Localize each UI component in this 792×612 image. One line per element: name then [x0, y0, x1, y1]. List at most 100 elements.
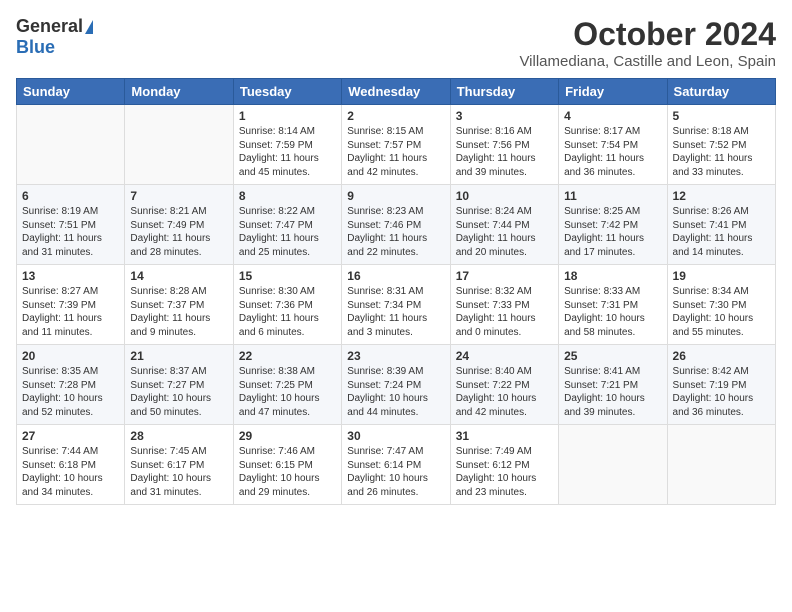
day-number: 13 [22, 269, 119, 283]
weekday-header-friday: Friday [559, 79, 667, 105]
day-number: 4 [564, 109, 661, 123]
calendar-cell [17, 105, 125, 185]
calendar-cell: 26Sunrise: 8:42 AM Sunset: 7:19 PM Dayli… [667, 345, 775, 425]
calendar-week-row: 13Sunrise: 8:27 AM Sunset: 7:39 PM Dayli… [17, 265, 776, 345]
cell-content: Sunrise: 8:15 AM Sunset: 7:57 PM Dayligh… [347, 125, 444, 179]
cell-content: Sunrise: 8:14 AM Sunset: 7:59 PM Dayligh… [239, 125, 336, 179]
cell-content: Sunrise: 8:19 AM Sunset: 7:51 PM Dayligh… [22, 205, 119, 259]
calendar-cell: 6 Sunrise: 8:19 AM Sunset: 7:51 PM Daylig… [17, 185, 125, 265]
day-number: 24 [456, 349, 553, 363]
day-number: 8 [239, 189, 336, 203]
cell-content: Sunrise: 8:32 AM Sunset: 7:33 PM Dayligh… [456, 285, 553, 339]
cell-content: Sunrise: 8:34 AM Sunset: 7:30 PM Dayligh… [673, 285, 770, 339]
day-number: 18 [564, 269, 661, 283]
calendar-cell: 22Sunrise: 8:38 AM Sunset: 7:25 PM Dayli… [233, 345, 341, 425]
calendar-cell: 13Sunrise: 8:27 AM Sunset: 7:39 PM Dayli… [17, 265, 125, 345]
calendar-cell: 8 Sunrise: 8:22 AM Sunset: 7:47 PM Daylig… [233, 185, 341, 265]
calendar-cell: 15Sunrise: 8:30 AM Sunset: 7:36 PM Dayli… [233, 265, 341, 345]
calendar-cell [667, 425, 775, 505]
calendar-cell: 30 Sunrise: 7:47 AM Sunset: 6:14 PM Dayli… [342, 425, 450, 505]
cell-content: Sunrise: 8:28 AM Sunset: 7:37 PM Dayligh… [130, 285, 227, 339]
calendar-header: SundayMondayTuesdayWednesdayThursdayFrid… [17, 79, 776, 105]
calendar-week-row: 27Sunrise: 7:44 AM Sunset: 6:18 PM Dayli… [17, 425, 776, 505]
location-subtitle: Villamediana, Castille and Leon, Spain [519, 53, 776, 70]
cell-content: Sunrise: 8:40 AM Sunset: 7:22 PM Dayligh… [456, 365, 553, 419]
cell-content: Sunrise: 8:31 AM Sunset: 7:34 PM Dayligh… [347, 285, 444, 339]
calendar-week-row: 20Sunrise: 8:35 AM Sunset: 7:28 PM Dayli… [17, 345, 776, 425]
day-number: 5 [673, 109, 770, 123]
cell-content: Sunrise: 7:44 AM Sunset: 6:18 PM Dayligh… [22, 445, 119, 499]
cell-content: Sunrise: 8:21 AM Sunset: 7:49 PM Dayligh… [130, 205, 227, 259]
calendar-table: SundayMondayTuesdayWednesdayThursdayFrid… [16, 78, 776, 505]
weekday-header-sunday: Sunday [17, 79, 125, 105]
cell-content: Sunrise: 7:47 AM Sunset: 6:14 PM Dayligh… [347, 445, 444, 499]
day-number: 26 [673, 349, 770, 363]
title-block: October 2024 Villamediana, Castille and … [519, 16, 776, 70]
calendar-cell: 18 Sunrise: 8:33 AM Sunset: 7:31 PM Dayli… [559, 265, 667, 345]
cell-content: Sunrise: 8:33 AM Sunset: 7:31 PM Dayligh… [564, 285, 661, 339]
weekday-header-thursday: Thursday [450, 79, 558, 105]
calendar-cell: 16 Sunrise: 8:31 AM Sunset: 7:34 PM Dayli… [342, 265, 450, 345]
day-number: 6 [22, 189, 119, 203]
calendar-cell: 20Sunrise: 8:35 AM Sunset: 7:28 PM Dayli… [17, 345, 125, 425]
day-number: 16 [347, 269, 444, 283]
logo-blue-text: Blue [16, 37, 55, 58]
cell-content: Sunrise: 8:39 AM Sunset: 7:24 PM Dayligh… [347, 365, 444, 419]
cell-content: Sunrise: 8:17 AM Sunset: 7:54 PM Dayligh… [564, 125, 661, 179]
day-number: 29 [239, 429, 336, 443]
day-number: 31 [456, 429, 553, 443]
day-number: 25 [564, 349, 661, 363]
calendar-cell: 3 Sunrise: 8:16 AM Sunset: 7:56 PM Daylig… [450, 105, 558, 185]
cell-content: Sunrise: 8:30 AM Sunset: 7:36 PM Dayligh… [239, 285, 336, 339]
cell-content: Sunrise: 7:45 AM Sunset: 6:17 PM Dayligh… [130, 445, 227, 499]
cell-content: Sunrise: 8:35 AM Sunset: 7:28 PM Dayligh… [22, 365, 119, 419]
weekday-header-wednesday: Wednesday [342, 79, 450, 105]
calendar-cell: 1Sunrise: 8:14 AM Sunset: 7:59 PM Daylig… [233, 105, 341, 185]
calendar-cell: 21 Sunrise: 8:37 AM Sunset: 7:27 PM Dayli… [125, 345, 233, 425]
calendar-cell: 2Sunrise: 8:15 AM Sunset: 7:57 PM Daylig… [342, 105, 450, 185]
calendar-week-row: 1Sunrise: 8:14 AM Sunset: 7:59 PM Daylig… [17, 105, 776, 185]
calendar-cell [125, 105, 233, 185]
calendar-cell: 31Sunrise: 7:49 AM Sunset: 6:12 PM Dayli… [450, 425, 558, 505]
calendar-cell: 23Sunrise: 8:39 AM Sunset: 7:24 PM Dayli… [342, 345, 450, 425]
cell-content: Sunrise: 8:23 AM Sunset: 7:46 PM Dayligh… [347, 205, 444, 259]
day-number: 19 [673, 269, 770, 283]
cell-content: Sunrise: 8:26 AM Sunset: 7:41 PM Dayligh… [673, 205, 770, 259]
calendar-cell: 7Sunrise: 8:21 AM Sunset: 7:49 PM Daylig… [125, 185, 233, 265]
day-number: 21 [130, 349, 227, 363]
day-number: 17 [456, 269, 553, 283]
cell-content: Sunrise: 7:46 AM Sunset: 6:15 PM Dayligh… [239, 445, 336, 499]
cell-content: Sunrise: 8:22 AM Sunset: 7:47 PM Dayligh… [239, 205, 336, 259]
calendar-cell: 10 Sunrise: 8:24 AM Sunset: 7:44 PM Dayli… [450, 185, 558, 265]
logo-triangle-icon [85, 20, 93, 34]
calendar-week-row: 6 Sunrise: 8:19 AM Sunset: 7:51 PM Daylig… [17, 185, 776, 265]
cell-content: Sunrise: 8:18 AM Sunset: 7:52 PM Dayligh… [673, 125, 770, 179]
cell-content: Sunrise: 8:24 AM Sunset: 7:44 PM Dayligh… [456, 205, 553, 259]
calendar-cell: 29 Sunrise: 7:46 AM Sunset: 6:15 PM Dayli… [233, 425, 341, 505]
weekday-header-tuesday: Tuesday [233, 79, 341, 105]
day-number: 9 [347, 189, 444, 203]
cell-content: Sunrise: 8:37 AM Sunset: 7:27 PM Dayligh… [130, 365, 227, 419]
calendar-cell: 25 Sunrise: 8:41 AM Sunset: 7:21 PM Dayli… [559, 345, 667, 425]
month-title: October 2024 [519, 16, 776, 53]
cell-content: Sunrise: 8:41 AM Sunset: 7:21 PM Dayligh… [564, 365, 661, 419]
weekday-header-saturday: Saturday [667, 79, 775, 105]
day-number: 14 [130, 269, 227, 283]
cell-content: Sunrise: 8:25 AM Sunset: 7:42 PM Dayligh… [564, 205, 661, 259]
calendar-cell [559, 425, 667, 505]
cell-content: Sunrise: 8:16 AM Sunset: 7:56 PM Dayligh… [456, 125, 553, 179]
calendar-cell: 5 Sunrise: 8:18 AM Sunset: 7:52 PM Daylig… [667, 105, 775, 185]
day-number: 30 [347, 429, 444, 443]
calendar-cell: 17 Sunrise: 8:32 AM Sunset: 7:33 PM Dayli… [450, 265, 558, 345]
day-number: 28 [130, 429, 227, 443]
cell-content: Sunrise: 8:38 AM Sunset: 7:25 PM Dayligh… [239, 365, 336, 419]
day-number: 3 [456, 109, 553, 123]
page-header: General Blue October 2024 Villamediana, … [16, 16, 776, 70]
weekday-header-row: SundayMondayTuesdayWednesdayThursdayFrid… [17, 79, 776, 105]
logo-general-text: General [16, 16, 83, 37]
calendar-cell: 11Sunrise: 8:25 AM Sunset: 7:42 PM Dayli… [559, 185, 667, 265]
day-number: 10 [456, 189, 553, 203]
calendar-body: 1Sunrise: 8:14 AM Sunset: 7:59 PM Daylig… [17, 105, 776, 505]
calendar-cell: 19 Sunrise: 8:34 AM Sunset: 7:30 PM Dayli… [667, 265, 775, 345]
calendar-cell: 24 Sunrise: 8:40 AM Sunset: 7:22 PM Dayli… [450, 345, 558, 425]
